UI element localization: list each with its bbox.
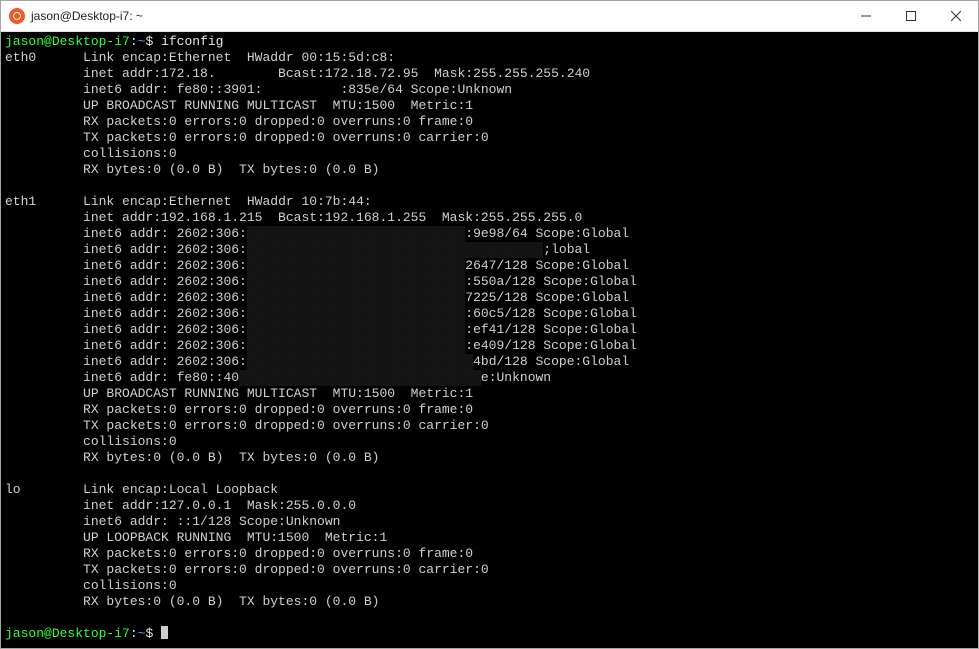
output-line: inet6 addr: 2602:306: [83, 354, 247, 369]
output-line: RX packets:0 errors:0 dropped:0 overruns… [83, 402, 473, 417]
output-line: 7225/128 Scope:Global [465, 290, 629, 305]
output-line: inet6 addr: fe80::3901: :835e/64 Scope:U… [83, 82, 512, 97]
output-line: collisions:0 [83, 434, 177, 449]
output-line: inet6 addr: 2602:306: [83, 242, 247, 257]
output-line: TX packets:0 errors:0 dropped:0 overruns… [83, 130, 489, 145]
output-line: RX packets:0 errors:0 dropped:0 overruns… [83, 546, 473, 561]
output-line: Link encap:Ethernet HWaddr 10:7b:44: [83, 194, 372, 209]
close-button[interactable] [933, 1, 978, 31]
output-line: UP BROADCAST RUNNING MULTICAST MTU:1500 … [83, 386, 473, 401]
prompt-sep: $ [145, 626, 161, 641]
prompt-user: jason [5, 34, 44, 49]
output-line: UP LOOPBACK RUNNING MTU:1500 Metric:1 [83, 530, 387, 545]
output-line: inet6 addr: 2602:306: [83, 274, 247, 289]
terminal-body[interactable]: jason@Desktop-i7:~$ ifconfig eth0 Link e… [1, 32, 978, 648]
command-text: ifconfig [161, 34, 223, 49]
output-line: RX packets:0 errors:0 dropped:0 overruns… [83, 114, 473, 129]
prompt-colon: : [130, 626, 138, 641]
output-line: Link encap:Ethernet HWaddr 00:15:5d:c8: [83, 50, 395, 65]
output-line: inet6 addr: 2602:306: [83, 258, 247, 273]
output-line: inet addr:192.168.1.215 Bcast:192.168.1.… [83, 210, 582, 225]
prompt-colon: : [130, 34, 138, 49]
output-line: :550a/128 Scope:Global [465, 274, 637, 289]
cursor [161, 626, 168, 639]
output-line: 2647/128 Scope:Global [465, 258, 629, 273]
output-line: inet6 addr: 2602:306: [83, 306, 247, 321]
prompt-at: @ [44, 626, 52, 641]
iface-lo: lo [5, 482, 21, 497]
output-line: collisions:0 [83, 578, 177, 593]
prompt-user: jason [5, 626, 44, 641]
output-line: inet addr:172.18. Bcast:172.18.72.95 Mas… [83, 66, 590, 81]
redacted-ipv6: XXXXXXXXXXXXXXXXXXXXXXXXXXXX [247, 258, 465, 274]
iface-eth0: eth0 [5, 50, 36, 65]
output-line: RX bytes:0 (0.0 B) TX bytes:0 (0.0 B) [83, 162, 379, 177]
titlebar[interactable]: jason@Desktop-i7: ~ [1, 1, 978, 32]
output-line: inet6 addr: 2602:306: [83, 322, 247, 337]
redacted-ipv6: XXXXXXXXXXXXXXXXXXXXXXXXXXXX [247, 322, 465, 338]
window-title: jason@Desktop-i7: ~ [31, 9, 143, 23]
redacted-ipv6: XXXXXXXXXXXXXXXXXXXXXXXXXXXXXXXXXXXXXX [247, 242, 543, 258]
terminal-window: jason@Desktop-i7: ~ jason@Desktop-i7:~$ … [0, 0, 979, 649]
redacted-ipv6: XXXXXXXXXXXXXXXXXXXXXXXXXXXX [247, 226, 465, 242]
minimize-button[interactable] [843, 1, 888, 31]
ubuntu-icon [9, 8, 25, 24]
output-line: e:Unknown [481, 370, 551, 385]
iface-eth1: eth1 [5, 194, 36, 209]
output-line: inet addr:127.0.0.1 Mask:255.0.0.0 [83, 498, 356, 513]
output-line: RX bytes:0 (0.0 B) TX bytes:0 (0.0 B) [83, 450, 379, 465]
redacted-hwaddr: XXXXX [395, 50, 434, 66]
redacted-ipv6: XXXXXXXXXXXXXXXXXXXXXXXXXXXXX [247, 354, 473, 370]
output-line: :ef41/128 Scope:Global [465, 322, 637, 337]
prompt-at: @ [44, 34, 52, 49]
output-line: Link encap:Local Loopback [83, 482, 278, 497]
output-line: inet6 addr: 2602:306: [83, 290, 247, 305]
output-line: :60c5/128 Scope:Global [465, 306, 637, 321]
output-line: TX packets:0 errors:0 dropped:0 overruns… [83, 418, 489, 433]
output-line: UP BROADCAST RUNNING MULTICAST MTU:1500 … [83, 98, 473, 113]
maximize-button[interactable] [888, 1, 933, 31]
redacted-ipv6: XXXXXXXXXXXXXXXXXXXXXXXXXXXX [247, 290, 465, 306]
prompt-host: Desktop-i7 [52, 626, 130, 641]
output-line: TX packets:0 errors:0 dropped:0 overruns… [83, 562, 489, 577]
output-line: :e409/128 Scope:Global [465, 338, 637, 353]
output-line: inet6 addr: ::1/128 Scope:Unknown [83, 514, 340, 529]
redacted-ipv6: XXXXXXXXXXXXXXXXXXXXXXXXXXXX [247, 274, 465, 290]
redacted-ipv6: XXXXXXXXXXXXXXXXXXXXXXXXXXXXXXX [239, 370, 481, 386]
prompt-sep: $ [145, 34, 161, 49]
output-line: 4bd/128 Scope:Global [473, 354, 629, 369]
output-line: collisions:0 [83, 146, 177, 161]
output-line: ;lobal [543, 242, 590, 257]
output-line: inet6 addr: fe80::40 [83, 370, 239, 385]
redacted-hwaddr: XXXXXXX [372, 194, 427, 210]
redacted-ipv6: XXXXXXXXXXXXXXXXXXXXXXXXXXXX [247, 338, 465, 354]
redacted-ipv6: XXXXXXXXXXXXXXXXXXXXXXXXXXXX [247, 306, 465, 322]
output-line: inet6 addr: 2602:306: [83, 338, 247, 353]
output-line: :9e98/64 Scope:Global [465, 226, 629, 241]
output-line: inet6 addr: 2602:306: [83, 226, 247, 241]
output-line: RX bytes:0 (0.0 B) TX bytes:0 (0.0 B) [83, 594, 379, 609]
prompt-host: Desktop-i7 [52, 34, 130, 49]
